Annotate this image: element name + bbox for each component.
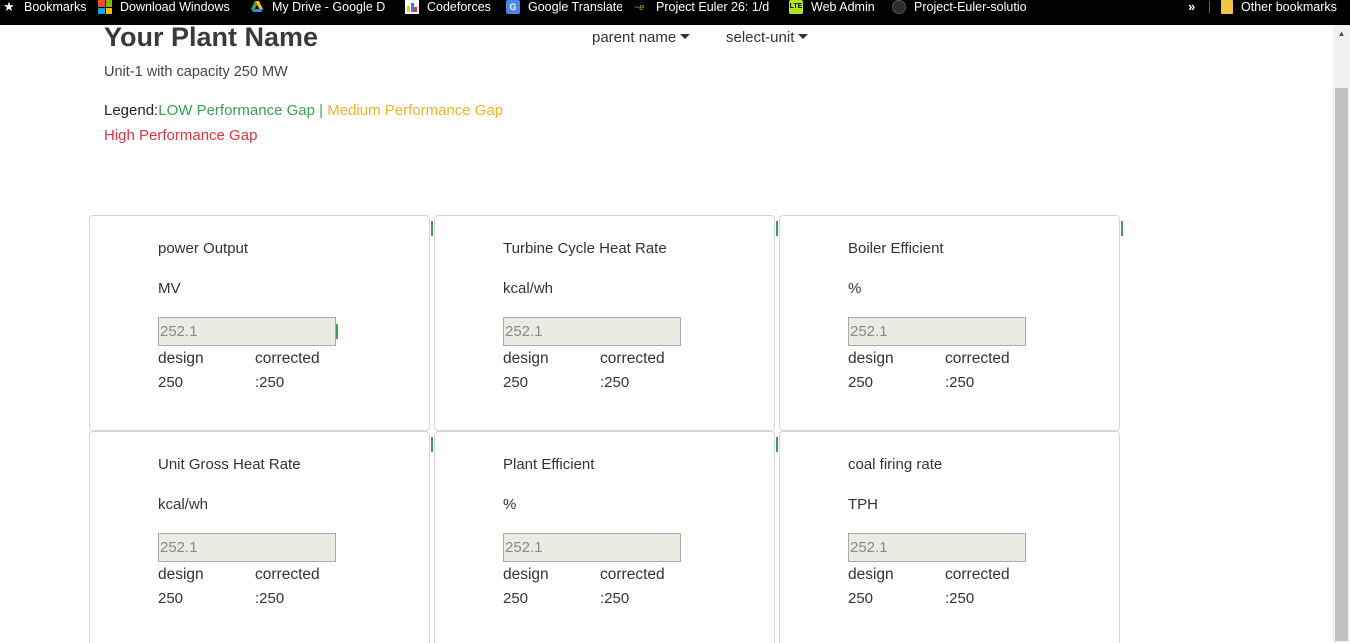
metric-card-turbine-cycle-heat-rate: Turbine Cycle Heat Rate kcal/wh design c…	[434, 215, 775, 431]
metric-card-unit-gross-heat-rate: Unit Gross Heat Rate kcal/wh design corr…	[89, 431, 430, 643]
card-unit: TPH	[848, 496, 878, 513]
design-label: design	[848, 566, 894, 583]
card-unit: kcal/wh	[158, 496, 209, 513]
corrected-value: :250	[600, 590, 630, 607]
card-unit: %	[503, 496, 517, 513]
corrected-value: :250	[255, 590, 285, 607]
design-label: design	[503, 566, 549, 583]
card-value-input[interactable]	[503, 317, 681, 346]
card-unit: kcal/wh	[503, 280, 554, 297]
bookmark-other-bookmarks[interactable]: Other bookmarks	[1221, 0, 1341, 14]
design-value: 250	[848, 374, 874, 391]
card-title: power Output	[158, 240, 249, 257]
folder-icon	[1221, 0, 1233, 14]
corrected-label: corrected	[255, 350, 320, 367]
corrected-value: :250	[945, 374, 975, 391]
legend-separator: |	[319, 102, 324, 119]
corrected-value: :250	[600, 374, 630, 391]
unit-capacity-text: Unit-1 with capacity 250 MW	[104, 64, 288, 80]
performance-indicator	[336, 324, 338, 339]
corrected-value: :250	[255, 374, 285, 391]
metric-card-plant-efficient: Plant Efficient % design corrected 250 :…	[434, 431, 775, 643]
caret-down-icon	[680, 34, 691, 39]
corrected-label: corrected	[600, 350, 665, 367]
windows-icon	[98, 0, 112, 14]
legend-high: High Performance Gap	[104, 127, 258, 144]
legend-low: LOW Performance Gap	[158, 102, 315, 119]
select-unit-dropdown[interactable]: select-unit	[726, 29, 809, 47]
vertical-scrollbar[interactable]: ▲	[1333, 25, 1350, 643]
card-unit: %	[848, 280, 862, 297]
card-value-input[interactable]	[158, 533, 336, 562]
github-icon	[892, 0, 906, 14]
page-title: Your Plant Name	[104, 22, 319, 52]
parent-name-label: parent name	[592, 29, 677, 46]
performance-indicator	[1121, 221, 1123, 236]
scroll-up-arrow-icon[interactable]: ▲	[1333, 25, 1350, 42]
card-value-input[interactable]	[848, 317, 1026, 346]
project-euler-icon: ~e	[634, 2, 645, 12]
corrected-label: corrected	[945, 566, 1010, 583]
card-title: Turbine Cycle Heat Rate	[503, 240, 667, 257]
google-translate-icon: G	[506, 0, 520, 14]
performance-indicator	[431, 221, 433, 236]
design-value: 250	[158, 590, 184, 607]
metric-card-boiler-efficient: Boiler Efficient % design corrected 250 …	[779, 215, 1120, 431]
select-unit-label: select-unit	[726, 29, 795, 46]
design-value: 250	[158, 374, 184, 391]
corrected-value: :250	[945, 590, 975, 607]
design-value: 250	[503, 374, 529, 391]
corrected-label: corrected	[600, 566, 665, 583]
performance-indicator	[776, 221, 778, 236]
codeforces-icon	[405, 0, 419, 14]
design-label: design	[158, 350, 204, 367]
bookmark-google-translate[interactable]: G Google Translate	[506, 0, 622, 14]
card-unit: MV	[158, 280, 181, 297]
card-title: Plant Efficient	[503, 456, 595, 473]
bookmarks-separator	[1209, 1, 1210, 13]
performance-indicator	[431, 437, 433, 452]
scroll-thumb[interactable]	[1335, 88, 1348, 641]
card-title: Boiler Efficient	[848, 240, 944, 257]
metric-card-power-output: power Output MV design corrected 250 :25…	[89, 215, 430, 431]
corrected-label: corrected	[945, 350, 1010, 367]
card-title: Unit Gross Heat Rate	[158, 456, 301, 473]
design-label: design	[848, 350, 894, 367]
lte-icon: LTE	[789, 0, 803, 14]
bookmark-bookmarks[interactable]: ★ Bookmarks	[2, 0, 92, 14]
legend-prefix: Legend:	[104, 102, 159, 119]
bookmark-web-admin[interactable]: LTE Web Admin	[789, 0, 879, 14]
google-drive-icon	[250, 0, 264, 14]
bookmark-my-drive[interactable]: My Drive - Google D	[250, 0, 386, 14]
card-value-input[interactable]	[848, 533, 1026, 562]
design-label: design	[158, 566, 204, 583]
bookmark-project-euler[interactable]: ~e Project Euler 26: 1/d	[634, 0, 776, 14]
metric-card-coal-firing-rate: coal firing rate TPH design corrected 25…	[779, 431, 1120, 643]
card-title: coal firing rate	[848, 456, 943, 473]
legend: Legend:LOW Performance Gap | Medium Perf…	[104, 102, 503, 120]
bookmarks-overflow-button[interactable]: »	[1188, 0, 1195, 14]
legend-medium: Medium Performance Gap	[327, 102, 504, 119]
design-value: 250	[503, 590, 529, 607]
star-icon: ★	[3, 0, 15, 14]
design-value: 250	[848, 590, 874, 607]
bookmark-download-windows[interactable]: Download Windows	[98, 0, 238, 14]
design-label: design	[503, 350, 549, 367]
bookmark-codeforces[interactable]: Codeforces	[405, 0, 497, 14]
caret-down-icon	[798, 34, 809, 39]
bookmark-project-euler-solution[interactable]: Project-Euler-solutio	[892, 0, 1032, 14]
card-value-input[interactable]	[158, 317, 336, 346]
performance-indicator	[776, 437, 778, 452]
parent-name-dropdown[interactable]: parent name	[592, 29, 691, 47]
card-value-input[interactable]	[503, 533, 681, 562]
corrected-label: corrected	[255, 566, 320, 583]
